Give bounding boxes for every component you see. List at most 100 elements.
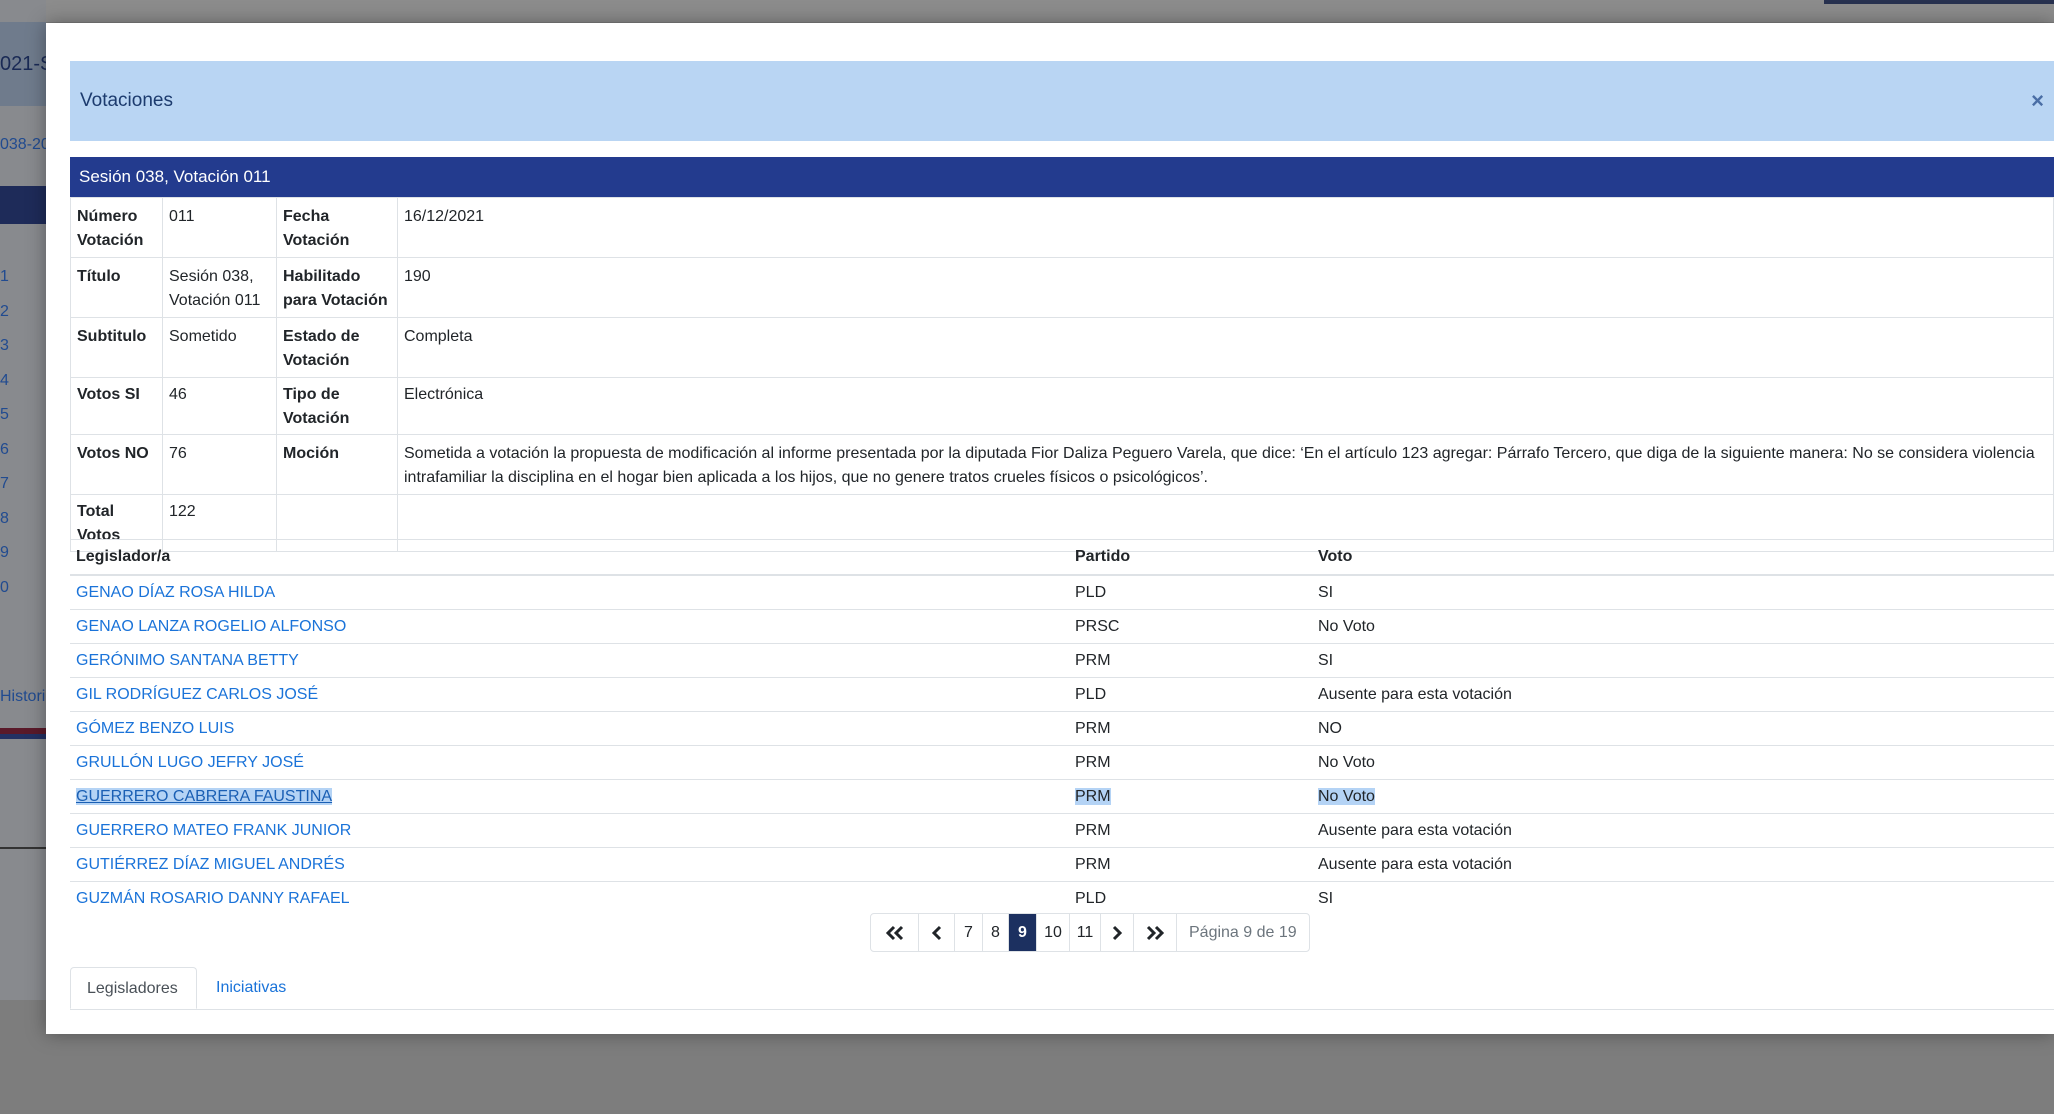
value-estado: Completa (397, 317, 2054, 378)
value-tipo: Electrónica (397, 377, 2054, 435)
table-row: GIL RODRÍGUEZ CARLOS JOSÉ PLD Ausente para… (70, 677, 2054, 712)
page-button[interactable]: 10 (1036, 914, 1069, 951)
label-habilitado: Habilitado para Votación (276, 257, 398, 318)
vote-value: Ausente para esta votación (1318, 685, 1512, 703)
label-titulo: Título (70, 257, 163, 318)
label-subtitulo: Subtitulo (70, 317, 163, 378)
vote-value: Ausente para esta votación (1318, 855, 1512, 873)
vote-info-table: Número Votación 011 Fecha Votación 16/12… (70, 197, 2054, 552)
pagination: 7 8 9 10 11 Página 9 de 19 (870, 913, 1310, 952)
party-value: PLD (1075, 685, 1107, 703)
label-fecha-votacion: Fecha Votación (276, 197, 398, 258)
party-cell: PRM (1069, 779, 1312, 814)
page-button[interactable]: 8 (982, 914, 1008, 951)
legislator-cell: GUTIÉRREZ DÍAZ MIGUEL ANDRÉS (70, 847, 1069, 882)
background-number-link: 1 (0, 268, 9, 285)
label-estado: Estado de Votación (276, 317, 398, 378)
vote-value: SI (1318, 889, 1334, 907)
close-icon[interactable]: × (2031, 61, 2044, 141)
last-page-button[interactable] (1133, 914, 1176, 951)
label-votos-no: Votos NO (70, 434, 163, 495)
party-cell: PRM (1069, 643, 1312, 678)
background-number-link: 4 (0, 371, 9, 389)
chevron-right-icon (1112, 925, 1123, 940)
vote-value: Ausente para esta votación (1318, 821, 1512, 839)
legislator-cell: GENAO LANZA ROGELIO ALFONSO (70, 609, 1069, 644)
double-chevron-right-icon (1146, 925, 1165, 940)
vote-cell: Ausente para esta votación (1312, 847, 2054, 882)
page-button-current[interactable]: 9 (1008, 914, 1036, 951)
party-value: PRM (1075, 753, 1111, 771)
party-value: PRM (1075, 787, 1111, 805)
legislator-link[interactable]: GENAO DÍAZ ROSA HILDA (76, 584, 275, 601)
previous-page-button[interactable] (918, 914, 954, 951)
party-value: PRSC (1075, 617, 1120, 635)
vote-cell: SI (1312, 643, 2054, 678)
legislator-link[interactable]: GENAO LANZA ROGELIO ALFONSO (76, 618, 346, 635)
background-top-bar (0, 0, 2054, 22)
legislator-link[interactable]: GIL RODRÍGUEZ CARLOS JOSÉ (76, 686, 318, 703)
party-cell: PLD (1069, 881, 1312, 915)
value-votos-si: 46 (162, 377, 277, 435)
background-flag-stripe (0, 734, 46, 739)
legislator-link[interactable]: GÓMEZ BENZO LUIS (76, 720, 234, 737)
background-number-link: 8 (0, 509, 9, 527)
table-row: GRULLÓN LUGO JEFRY JOSÉ PRM No Voto (70, 745, 2054, 780)
background-number-link: 7 (0, 475, 9, 492)
vote-cell: Ausente para esta votación (1312, 813, 2054, 848)
value-fecha-votacion: 16/12/2021 (397, 197, 2054, 258)
background-number-link: 9 (0, 544, 9, 561)
vote-cell: No Voto (1312, 609, 2054, 644)
table-row: GERÓNIMO SANTANA BETTY PRM SI (70, 643, 2054, 678)
next-page-button[interactable] (1100, 914, 1133, 951)
party-cell: PRM (1069, 711, 1312, 746)
party-cell: PRM (1069, 745, 1312, 780)
vote-cell: NO (1312, 711, 2054, 746)
background-subtitle: 038-20 (0, 136, 46, 153)
value-subtitulo: Sometido (162, 317, 277, 378)
legislator-link[interactable]: GUZMÁN ROSARIO DANNY RAFAEL (76, 890, 350, 907)
page-button[interactable]: 11 (1069, 914, 1100, 951)
double-chevron-left-icon (885, 925, 903, 940)
value-mocion: Sometida a votación la propuesta de modi… (397, 434, 2054, 495)
legislator-link[interactable]: GUERRERO MATEO FRANK JUNIOR (76, 822, 351, 839)
legislator-cell: GÓMEZ BENZO LUIS (70, 711, 1069, 746)
legislator-cell: GUERRERO CABRERA FAUSTINA (70, 779, 1069, 814)
table-row: GENAO DÍAZ ROSA HILDA PLD SI (70, 574, 2054, 610)
page-button[interactable]: 7 (954, 914, 982, 951)
legislator-link[interactable]: GUERRERO CABRERA FAUSTINA (76, 787, 333, 805)
vote-value: SI (1318, 583, 1334, 601)
label-numero-votacion: Número Votación (70, 197, 163, 258)
legislator-cell: GRULLÓN LUGO JEFRY JOSÉ (70, 745, 1069, 780)
vote-cell: SI (1312, 881, 2054, 915)
label-votos-si: Votos SI (70, 377, 163, 435)
table-row: GÓMEZ BENZO LUIS PRM NO (70, 711, 2054, 746)
background-number-link: 3 (0, 337, 9, 354)
value-titulo: Sesión 038, Votación 011 (162, 257, 277, 318)
legislator-link[interactable]: GUTIÉRREZ DÍAZ MIGUEL ANDRÉS (76, 856, 345, 873)
legislator-link[interactable]: GERÓNIMO SANTANA BETTY (76, 652, 299, 669)
vote-cell: No Voto (1312, 745, 2054, 780)
value-numero-votacion: 011 (162, 197, 277, 258)
vote-value: No Voto (1318, 617, 1375, 635)
tab-iniciativas[interactable]: Iniciativas (200, 967, 302, 1009)
vote-cell: Ausente para esta votación (1312, 677, 2054, 712)
vote-value: No Voto (1318, 787, 1375, 805)
background-number-link: 2 (0, 302, 9, 320)
legislator-link[interactable]: GRULLÓN LUGO JEFRY JOSÉ (76, 754, 304, 771)
first-page-button[interactable] (871, 914, 918, 951)
page-info: Página 9 de 19 (1176, 914, 1309, 951)
party-value: PRM (1075, 719, 1111, 737)
table-row: GUTIÉRREZ DÍAZ MIGUEL ANDRÉS PRM Ausente p… (70, 847, 2054, 882)
legislator-votes-table: Legislador/a Partido Voto GENAO DÍAZ ROS… (70, 539, 2054, 915)
background-number-link: 5 (0, 406, 9, 423)
legislator-cell: GIL RODRÍGUEZ CARLOS JOSÉ (70, 677, 1069, 712)
party-cell: PLD (1069, 677, 1312, 712)
legislator-cell: GERÓNIMO SANTANA BETTY (70, 643, 1069, 678)
background-history-link: Histori (0, 688, 46, 705)
vote-detail-panel: Sesión 038, Votación 011 Número Votación… (70, 157, 2054, 552)
modal-header: Votaciones × (70, 61, 2054, 141)
vote-cell: No Voto (1312, 779, 2054, 814)
tab-legisladores[interactable]: Legisladores (70, 967, 197, 1009)
background-divider (0, 847, 46, 849)
